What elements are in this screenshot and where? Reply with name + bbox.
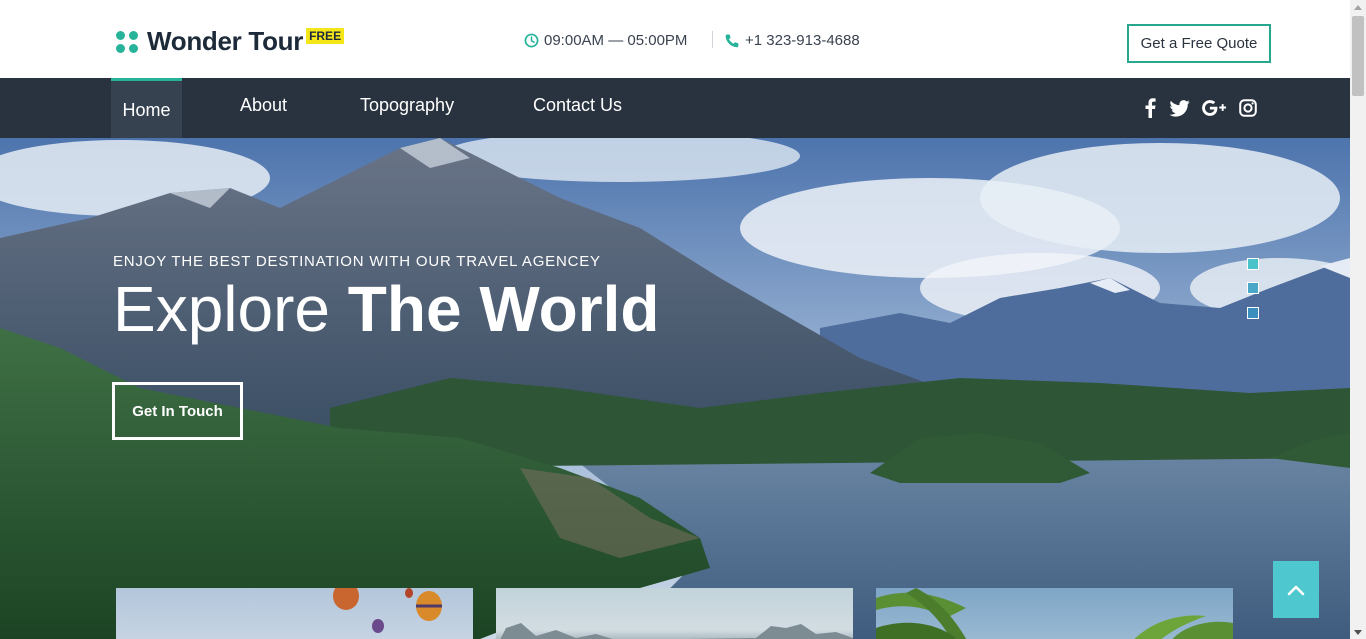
hours-text: 09:00AM — 05:00PM [544, 32, 688, 49]
info-divider [712, 31, 713, 48]
slider-dot-1[interactable] [1247, 258, 1259, 270]
scrollbar-thumb[interactable] [1352, 16, 1364, 96]
facebook-icon[interactable] [1140, 98, 1160, 118]
google-plus-icon[interactable] [1201, 98, 1227, 118]
site-logo[interactable]: Wonder Tour FREE [116, 26, 345, 57]
slider-dot-2[interactable] [1247, 282, 1259, 294]
hero-tagline: ENJOY THE BEST DESTINATION WITH OUR TRAV… [113, 253, 601, 270]
feature-card-palms[interactable] [876, 588, 1233, 639]
nav-item-about[interactable]: About [240, 75, 287, 135]
twitter-icon[interactable] [1168, 98, 1190, 118]
scroll-up-arrow-icon[interactable] [1350, 0, 1366, 14]
rocky-peaks-image [500, 623, 853, 639]
main-navigation: Home About Topography Contact Us [0, 78, 1350, 138]
nav-item-topography[interactable]: Topography [360, 75, 454, 135]
get-in-touch-button[interactable]: Get In Touch [112, 382, 243, 440]
instagram-icon[interactable] [1238, 98, 1258, 118]
scroll-down-arrow-icon[interactable] [1350, 625, 1366, 639]
clock-icon [524, 33, 539, 48]
hero-slider: ENJOY THE BEST DESTINATION WITH OUR TRAV… [0, 138, 1350, 639]
scroll-to-top-button[interactable] [1273, 561, 1319, 618]
logo-dots-icon [116, 30, 138, 53]
slider-dot-3[interactable] [1247, 307, 1259, 319]
palm-trees-image [876, 588, 1233, 639]
opening-hours: 09:00AM — 05:00PM [524, 32, 687, 49]
nav-item-contact-us[interactable]: Contact Us [533, 75, 622, 135]
hero-headline: Explore The World [113, 272, 659, 346]
logo-text: Wonder Tour [147, 26, 304, 56]
headline-bold: The World [347, 273, 660, 345]
chevron-up-icon [1287, 585, 1305, 595]
free-quote-button[interactable]: Get a Free Quote [1127, 24, 1271, 63]
site-header: Wonder Tour FREE 09:00AM — 05:00PM +1 32… [0, 0, 1350, 78]
phone-info[interactable]: +1 323-913-4688 [724, 32, 860, 49]
nav-item-home[interactable]: Home [111, 78, 182, 138]
feature-card-mountains[interactable] [496, 588, 853, 639]
logo-badge: FREE [306, 27, 345, 44]
feature-card-balloons[interactable] [116, 588, 473, 639]
hot-air-balloons-image [333, 588, 442, 633]
phone-icon [725, 34, 739, 47]
headline-light: Explore [113, 273, 348, 345]
phone-text: +1 323-913-4688 [745, 32, 860, 49]
